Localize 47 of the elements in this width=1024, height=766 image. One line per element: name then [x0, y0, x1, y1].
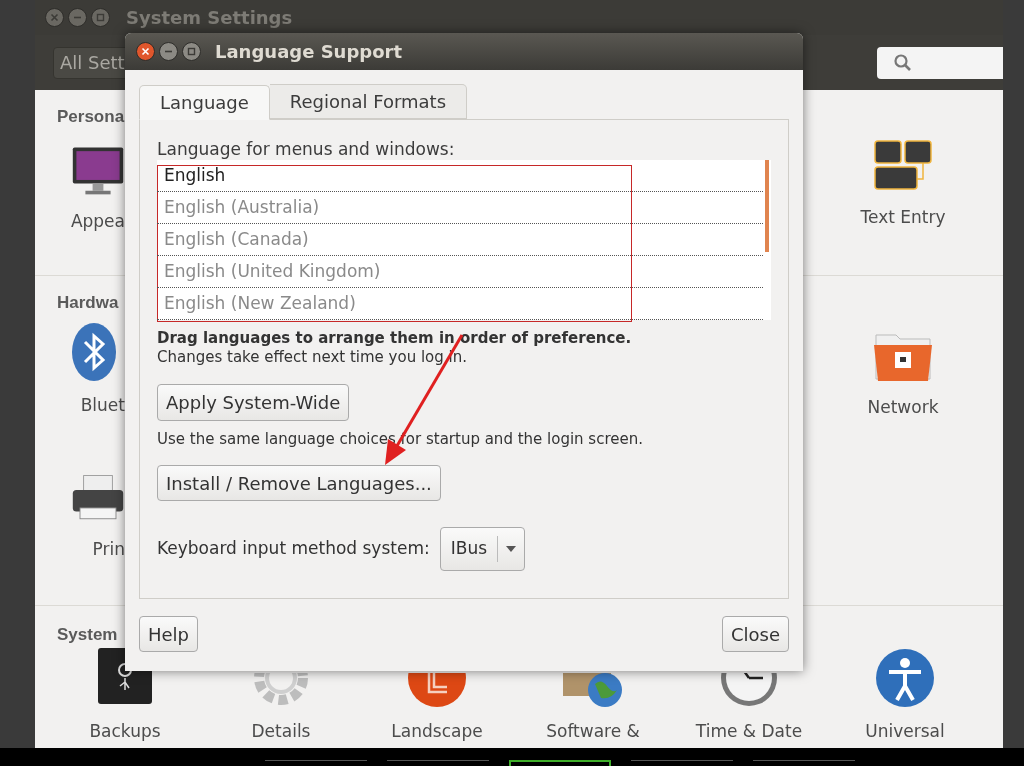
minimize-button[interactable] [159, 42, 178, 61]
language-row[interactable]: English (Canada) [157, 224, 763, 256]
language-row[interactable]: English (Australia) [157, 192, 763, 224]
settings-item-label[interactable]: Prin [92, 537, 125, 560]
search-field[interactable] [877, 46, 1003, 79]
settings-item-label[interactable]: Appea [70, 209, 125, 232]
settings-item-label[interactable]: Details [251, 719, 311, 742]
settings-item-label[interactable]: Software & [546, 719, 640, 742]
language-row[interactable]: English [157, 160, 763, 192]
dialog-title: Language Support [215, 40, 403, 64]
install-remove-languages-button[interactable]: Install / Remove Languages... [157, 465, 441, 501]
settings-item-label[interactable]: Time & Date [695, 719, 803, 742]
input-method-dropdown[interactable]: IBus [439, 527, 525, 571]
close-icon [50, 13, 59, 22]
close-dialog-button[interactable]: Close [721, 616, 789, 652]
close-icon [141, 47, 150, 56]
section-title: System [57, 624, 118, 646]
settings-item-label[interactable]: Landscape [391, 719, 483, 742]
square-icon [96, 13, 105, 22]
list-label: Language for menus and windows: [157, 138, 456, 160]
window-title: System Settings [126, 6, 293, 30]
language-row[interactable]: English (United Kingdom) [157, 256, 763, 288]
search-icon [893, 52, 913, 73]
settings-item-label[interactable]: Text Entry [860, 206, 946, 228]
minimize-button[interactable] [68, 8, 87, 27]
drag-hint: Drag languages to arrange them in order of preference. [157, 329, 633, 348]
person-circle-icon [875, 647, 935, 708]
maximize-button[interactable] [91, 8, 110, 27]
maximize-button[interactable] [182, 42, 201, 61]
section-title: Persona [57, 106, 125, 128]
gear-icon [251, 672, 311, 708]
language-row[interactable]: English (New Zealand) [157, 288, 763, 320]
close-button[interactable] [136, 42, 155, 61]
help-button[interactable]: Help [139, 616, 199, 652]
caret-icon [506, 546, 516, 552]
settings-item-label[interactable]: Universal [865, 719, 945, 742]
settings-item-label[interactable]: Network [867, 396, 939, 418]
tab[interactable]: Language [139, 85, 270, 120]
apply-system-wide-button[interactable]: Apply System-Wide [157, 384, 350, 421]
taskbar-item[interactable] [509, 760, 611, 766]
section-title: Hardwa [57, 292, 119, 314]
settings-item-label[interactable]: Backups [89, 719, 161, 742]
bluetooth-icon [71, 321, 117, 382]
square-icon [187, 47, 196, 56]
input-method-label: Keyboard input method system: [157, 537, 430, 561]
tab[interactable]: Regional Formats [269, 84, 468, 119]
settings-item-label[interactable]: Bluet [80, 393, 125, 416]
